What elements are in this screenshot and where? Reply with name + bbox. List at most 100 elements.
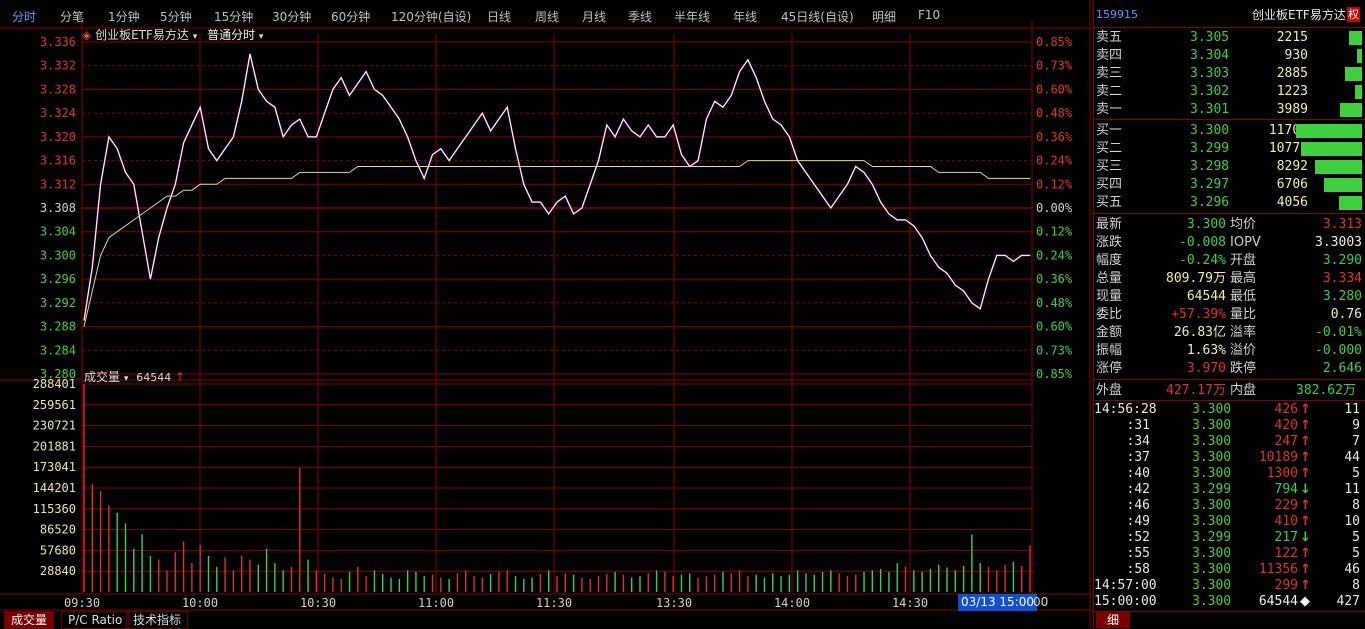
menu-item-16[interactable]: F10 bbox=[918, 8, 940, 22]
tick-row[interactable]: :34 3.300 247 ↑ 7 bbox=[1094, 434, 1364, 450]
price-line-shadow bbox=[83, 53, 1030, 321]
volume-tick-label: 288401 bbox=[33, 377, 76, 391]
tick-row[interactable]: 15:00:00 3.300 64544 ◆ 427 bbox=[1094, 594, 1364, 610]
menu-item-7[interactable]: 120分钟(自设) bbox=[391, 8, 471, 25]
intraday-chart[interactable]: 3.336 0.85% 3.332 0.73% 3.328 0.60% 3.324 0.48%… bbox=[0, 0, 1092, 628]
stat-row[interactable]: 委比 +57.39% 量比 0.76 bbox=[1094, 306, 1364, 324]
stat-row[interactable]: 振幅 1.63% 溢价 -0.000 bbox=[1094, 342, 1364, 360]
bid-row[interactable]: 买五 3.296 4056 bbox=[1094, 194, 1364, 212]
outer-value: 427.17万 bbox=[1166, 383, 1226, 398]
menu-item-4[interactable]: 15分钟 bbox=[214, 8, 253, 25]
tick-row[interactable]: :42 3.299 794 ↓ 11 bbox=[1094, 482, 1364, 498]
rights-badge[interactable]: 权 bbox=[1347, 7, 1360, 22]
menu-item-9[interactable]: 周线 bbox=[535, 8, 559, 25]
menu-item-8[interactable]: 日线 bbox=[487, 8, 511, 25]
stat-label: 总量 bbox=[1096, 271, 1123, 286]
ask-row[interactable]: 卖五 3.305 2215 bbox=[1094, 29, 1364, 47]
tick-volume: 410 bbox=[1274, 514, 1298, 529]
stat-value: 3.334 bbox=[1322, 271, 1362, 286]
ask-volume-bar bbox=[1349, 31, 1362, 45]
chevron-down-icon[interactable]: ▾ bbox=[124, 374, 129, 384]
stat-row[interactable]: 最新 3.300 均价 3.313 bbox=[1094, 216, 1364, 234]
menu-item-10[interactable]: 月线 bbox=[582, 8, 606, 25]
tick-price: 3.300 bbox=[1192, 546, 1232, 561]
bid-row[interactable]: 买二 3.299 10773 bbox=[1094, 140, 1364, 158]
chart-mode-label[interactable]: 普通分时 bbox=[207, 28, 255, 42]
bid-row[interactable]: 买一 3.300 11704 bbox=[1094, 122, 1364, 140]
tab-pc-ratio[interactable]: P/C Ratio bbox=[61, 611, 130, 629]
stat-row[interactable]: 现量 64544 最低 3.280 bbox=[1094, 288, 1364, 306]
bid-label: 买二 bbox=[1096, 141, 1123, 156]
stat-row[interactable]: 总量 809.79万 最高 3.334 bbox=[1094, 270, 1364, 288]
volume-label[interactable]: 成交量 bbox=[84, 370, 120, 384]
chart-symbol-label[interactable]: 创业板ETF易方达 bbox=[95, 28, 189, 42]
security-name[interactable]: 创业板ETF易方达 bbox=[1252, 6, 1346, 24]
ask-volume: 1223 bbox=[1276, 84, 1308, 99]
arrow-up-icon: ↑ bbox=[1300, 514, 1311, 529]
ask-row[interactable]: 卖一 3.301 3989 bbox=[1094, 101, 1364, 119]
stat-label: IOPV bbox=[1230, 235, 1261, 250]
tick-row[interactable]: :31 3.300 420 ↑ 9 bbox=[1094, 418, 1364, 434]
menu-item-11[interactable]: 季线 bbox=[628, 8, 652, 25]
tick-row[interactable]: :58 3.300 11356 ↑ 46 bbox=[1094, 562, 1364, 578]
stat-row[interactable]: 涨跌 -0.008 IOPV 3.3003 bbox=[1094, 234, 1364, 252]
menu-item-15[interactable]: 明细 bbox=[872, 8, 896, 25]
menu-item-2[interactable]: 1分钟 bbox=[108, 8, 140, 25]
arrow-up-icon: ↑ bbox=[1300, 562, 1311, 577]
tick-row[interactable]: :52 3.299 217 ↓ 5 bbox=[1094, 530, 1364, 546]
chevron-down-icon[interactable]: ▾ bbox=[259, 32, 264, 42]
pct-tick-label: 0.60% bbox=[1036, 82, 1073, 96]
tab-technical-indicators[interactable]: 技术指标 bbox=[126, 611, 189, 629]
tick-price: 3.300 bbox=[1192, 594, 1232, 609]
stat-row[interactable]: 金额 26.83亿 溢率 -0.01% bbox=[1094, 324, 1364, 342]
tick-price: 3.300 bbox=[1192, 562, 1232, 577]
bid-price: 3.300 bbox=[1190, 123, 1230, 138]
volume-tick-label: 28840 bbox=[40, 564, 76, 578]
menu-item-1[interactable]: 分笔 bbox=[60, 8, 84, 25]
stat-value: +57.39% bbox=[1171, 307, 1226, 322]
menu-item-5[interactable]: 30分钟 bbox=[272, 8, 311, 25]
tick-row[interactable]: :49 3.300 410 ↑ 10 bbox=[1094, 514, 1364, 530]
menu-item-12[interactable]: 半年线 bbox=[674, 8, 710, 25]
tick-count: 11 bbox=[1344, 402, 1360, 417]
tick-row[interactable]: :37 3.300 10189 ↑ 44 bbox=[1094, 450, 1364, 466]
stat-label: 最高 bbox=[1230, 271, 1257, 286]
stat-label: 涨跌 bbox=[1096, 235, 1123, 250]
tab-detail[interactable]: 细 bbox=[1096, 612, 1130, 628]
volume-tick-label: 201881 bbox=[33, 439, 76, 453]
stat-row[interactable]: 涨停 3.970 跌停 2.646 bbox=[1094, 360, 1364, 378]
tick-count: 44 bbox=[1344, 450, 1360, 465]
menu-item-0[interactable]: 分时 bbox=[12, 8, 36, 25]
tick-row[interactable]: :55 3.300 122 ↑ 5 bbox=[1094, 546, 1364, 562]
tick-count: 46 bbox=[1344, 562, 1360, 577]
ask-row[interactable]: 卖三 3.303 2885 bbox=[1094, 65, 1364, 83]
menu-item-3[interactable]: 5分钟 bbox=[160, 8, 192, 25]
stat-value: 2.646 bbox=[1322, 361, 1362, 376]
stat-row[interactable]: 幅度 -0.24% 开盘 3.290 bbox=[1094, 252, 1364, 270]
tab-volume[interactable]: 成交量 bbox=[4, 611, 55, 629]
arrow-up-icon: ↑ bbox=[1300, 402, 1311, 417]
tick-price: 3.299 bbox=[1192, 482, 1232, 497]
tick-row[interactable]: :46 3.300 229 ↑ 8 bbox=[1094, 498, 1364, 514]
ask-row[interactable]: 卖四 3.304 930 bbox=[1094, 47, 1364, 65]
ask-label: 卖三 bbox=[1096, 66, 1123, 81]
arrow-up-icon: ↑ bbox=[1300, 450, 1311, 465]
tick-row[interactable]: 14:56:28 3.300 426 ↑ 11 bbox=[1094, 402, 1364, 418]
bid-price: 3.299 bbox=[1190, 141, 1230, 156]
bid-row[interactable]: 买三 3.298 8292 bbox=[1094, 158, 1364, 176]
tick-time: :40 bbox=[1126, 466, 1150, 481]
ask-row[interactable]: 卖二 3.302 1223 bbox=[1094, 83, 1364, 101]
menu-item-14[interactable]: 45日线(自设) bbox=[781, 8, 854, 25]
bid-price: 3.297 bbox=[1190, 177, 1230, 192]
menu-item-6[interactable]: 60分钟 bbox=[331, 8, 370, 25]
menu-item-13[interactable]: 年线 bbox=[733, 8, 757, 25]
tick-row[interactable]: :40 3.300 1300 ↑ 5 bbox=[1094, 466, 1364, 482]
stat-label: 量比 bbox=[1230, 307, 1257, 322]
tick-row[interactable]: 14:57:00 3.300 299 ↑ 8 bbox=[1094, 578, 1364, 594]
chevron-down-icon[interactable]: ▾ bbox=[193, 32, 198, 42]
stat-value: 3.290 bbox=[1322, 253, 1362, 268]
inner-value: 382.62万 bbox=[1296, 383, 1356, 398]
bid-row[interactable]: 买四 3.297 6706 bbox=[1094, 176, 1364, 194]
stat-value: -0.01% bbox=[1315, 325, 1362, 340]
tick-time: :58 bbox=[1126, 562, 1150, 577]
